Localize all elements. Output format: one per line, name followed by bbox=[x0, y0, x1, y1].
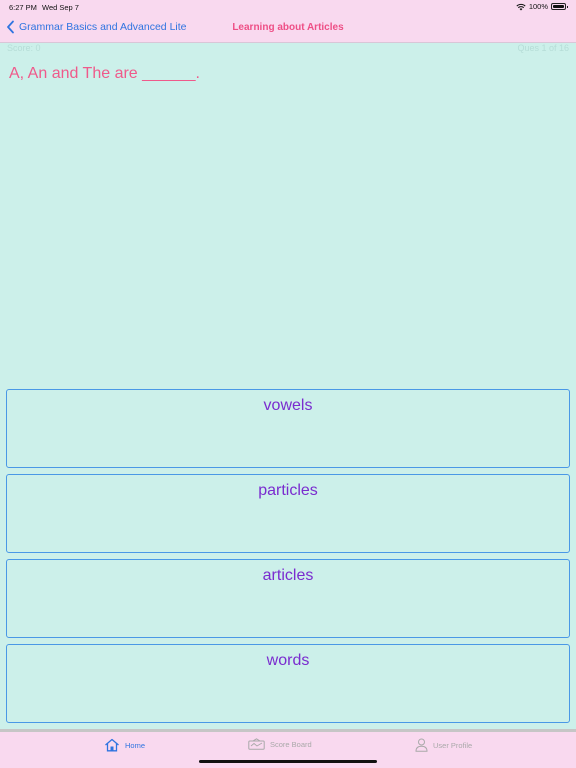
status-indicators: 100% bbox=[516, 2, 568, 11]
home-indicator bbox=[199, 760, 377, 763]
tab-score-board[interactable]: Score Board bbox=[248, 738, 312, 750]
scoreboard-icon bbox=[248, 738, 265, 750]
tab-home[interactable]: Home bbox=[104, 738, 145, 752]
user-icon bbox=[415, 738, 428, 752]
wifi-icon bbox=[516, 3, 526, 11]
navigation-bar: Grammar Basics and Advanced Lite Learnin… bbox=[0, 14, 576, 43]
answer-options: vowels particles articles words bbox=[6, 389, 570, 723]
answer-option-3[interactable]: articles bbox=[6, 559, 570, 638]
battery-percent: 100% bbox=[528, 2, 548, 11]
tab-user-profile-label: User Profile bbox=[433, 740, 473, 750]
question-counter: Ques 1 of 16 bbox=[517, 43, 569, 53]
answer-option-4[interactable]: words bbox=[6, 644, 570, 723]
score-label: Score: 0 bbox=[7, 43, 41, 53]
home-icon bbox=[105, 738, 119, 752]
tab-score-board-label: Score Board bbox=[270, 739, 312, 749]
status-time: 6:27 PM bbox=[9, 3, 37, 12]
question-text: A, An and The are ______. bbox=[9, 65, 200, 82]
tab-home-label: Home bbox=[125, 740, 146, 750]
tab-user-profile[interactable]: User Profile bbox=[415, 738, 472, 752]
status-bar: 6:27 PM Wed Sep 7 100% bbox=[0, 0, 576, 14]
page-title: Learning about Articles bbox=[232, 22, 344, 33]
answer-option-1[interactable]: vowels bbox=[6, 389, 570, 468]
answer-option-2[interactable]: particles bbox=[6, 474, 570, 553]
battery-icon bbox=[551, 3, 568, 10]
status-date: Wed Sep 7 bbox=[42, 3, 79, 12]
